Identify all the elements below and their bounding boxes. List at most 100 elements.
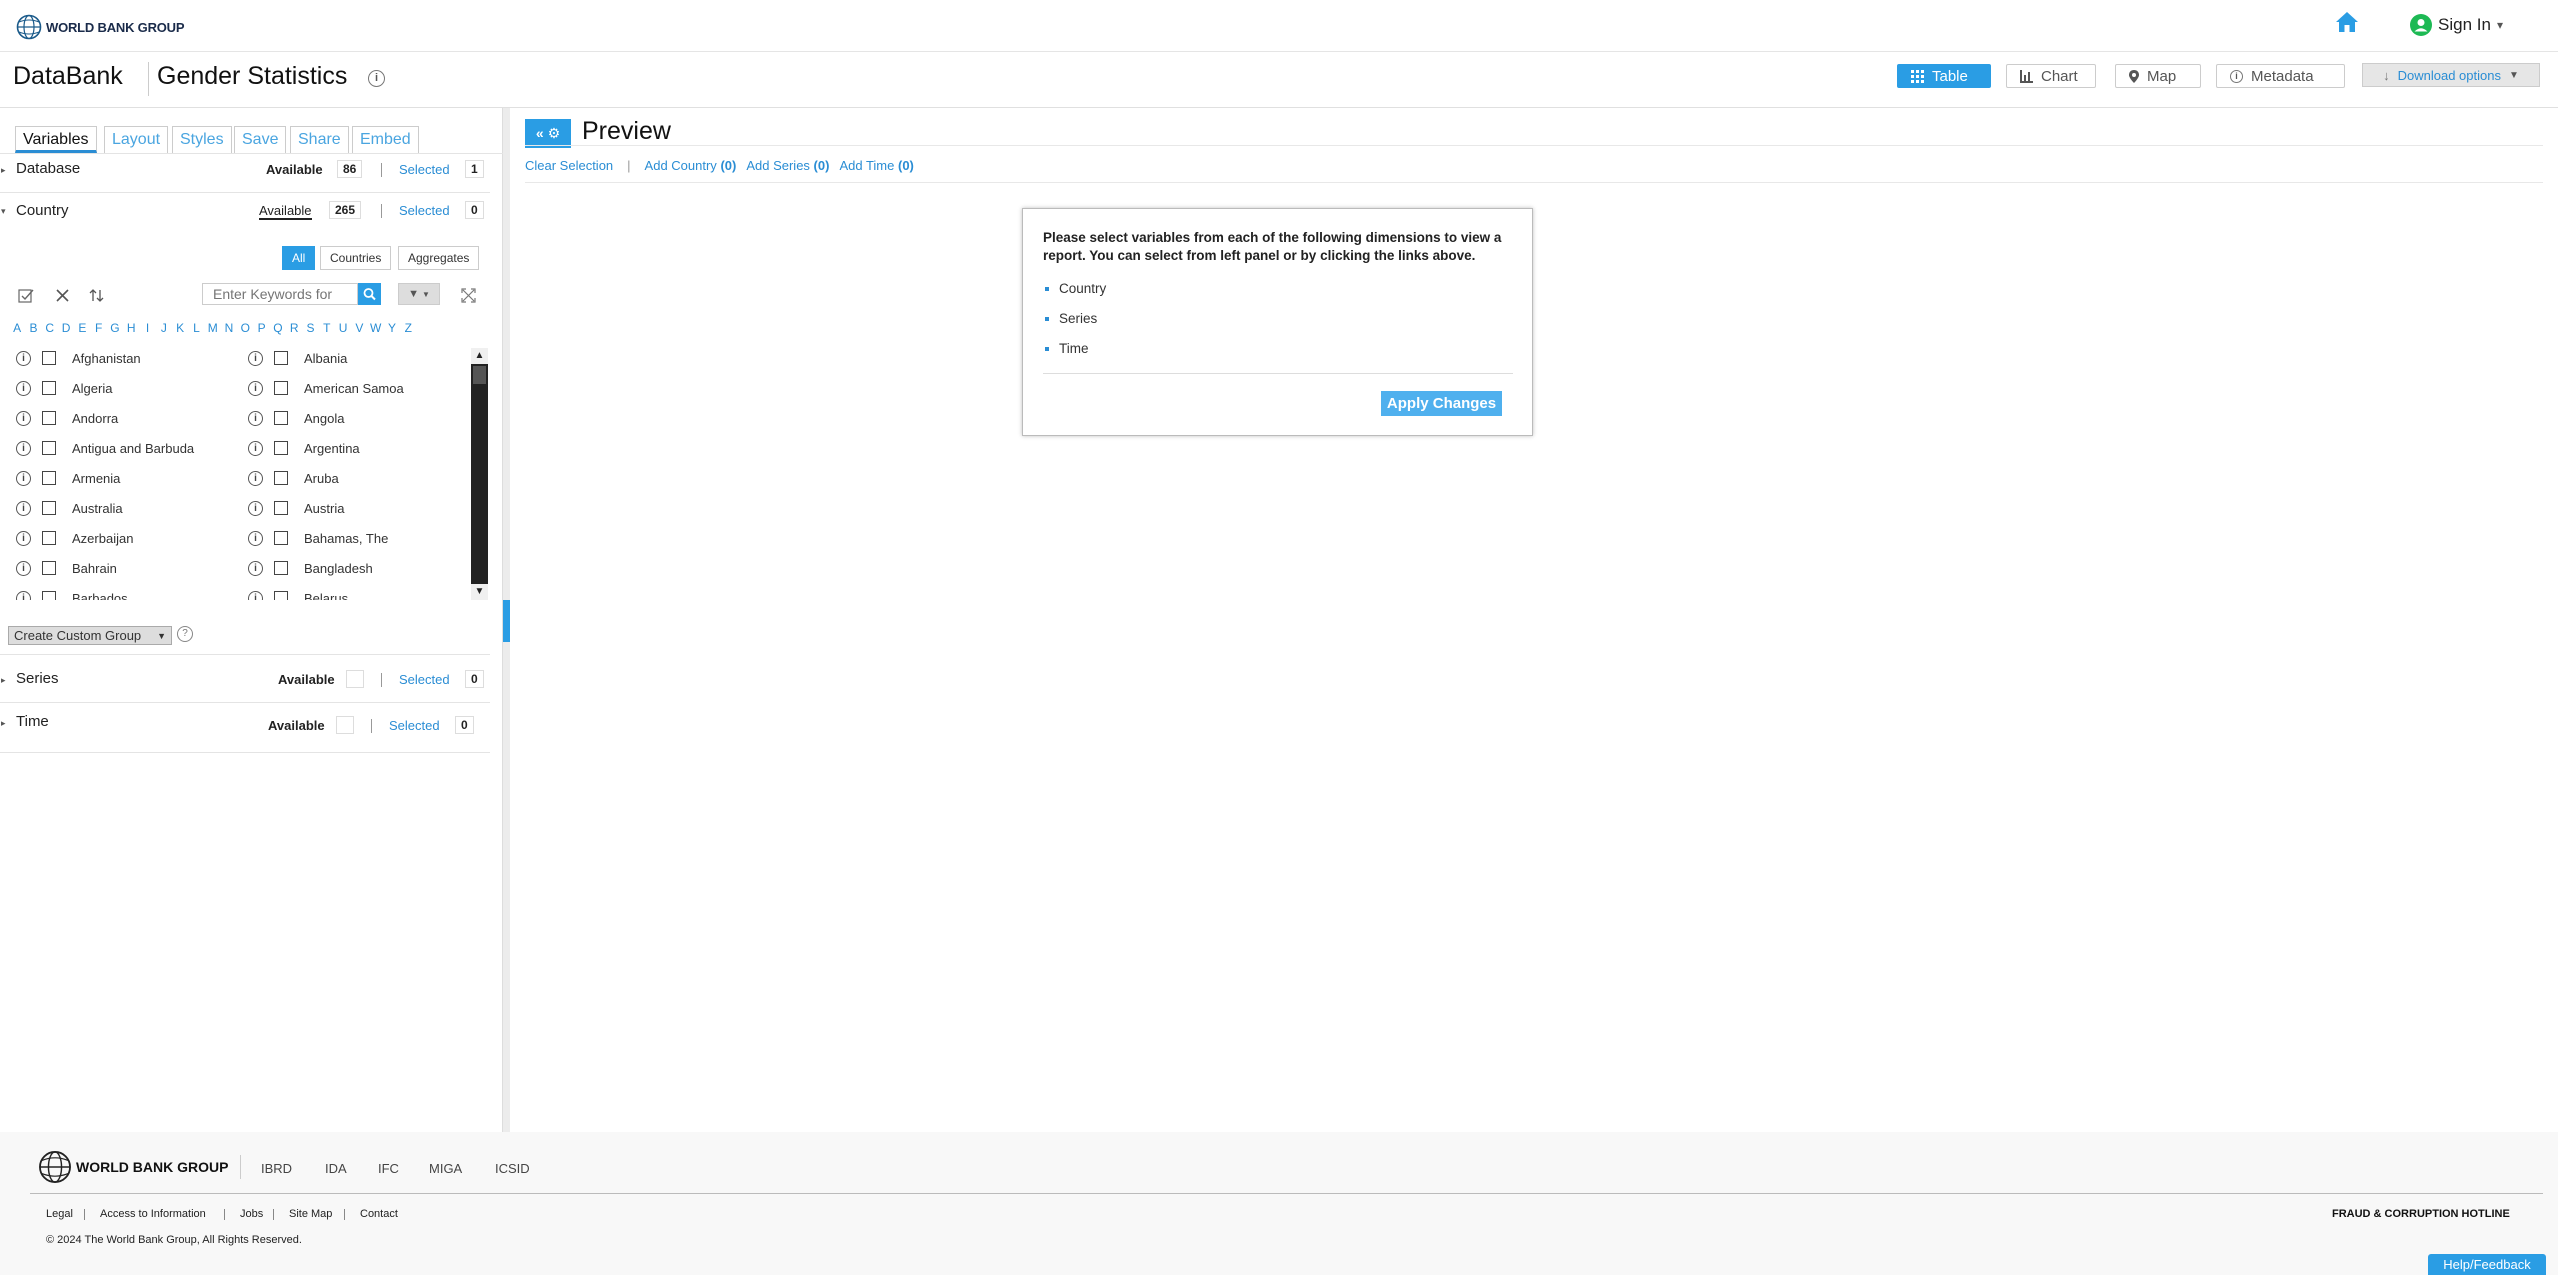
- letter-h[interactable]: H: [123, 321, 139, 335]
- add-time-link[interactable]: Add Time (0): [839, 158, 913, 173]
- section-series-title[interactable]: Series: [16, 670, 59, 687]
- tab-save[interactable]: Save: [234, 126, 287, 153]
- databank-brand[interactable]: DataBank: [13, 62, 123, 91]
- letter-g[interactable]: G: [107, 321, 123, 335]
- footer-link-ibrd[interactable]: IBRD: [261, 1161, 292, 1176]
- checkbox[interactable]: [274, 351, 288, 365]
- time-selected-label[interactable]: Selected: [389, 718, 440, 733]
- letter-t[interactable]: T: [319, 321, 335, 335]
- view-chart-button[interactable]: Chart: [2006, 64, 2096, 88]
- collapse-arrow-icon[interactable]: ▾: [1, 206, 6, 217]
- info-icon[interactable]: i: [16, 470, 31, 486]
- info-icon[interactable]: i: [16, 530, 31, 546]
- checkbox[interactable]: [42, 531, 56, 545]
- footer-logo[interactable]: WORLD BANK GROUP: [38, 1150, 228, 1184]
- info-icon[interactable]: i: [16, 500, 31, 516]
- letter-q[interactable]: Q: [270, 321, 286, 335]
- info-icon[interactable]: i: [248, 410, 263, 426]
- create-custom-group-button[interactable]: Create Custom Group ▼: [8, 626, 172, 645]
- expand-arrow-icon[interactable]: ▸: [1, 718, 6, 729]
- info-icon[interactable]: i: [248, 380, 263, 396]
- footer-link-contact[interactable]: Contact: [360, 1208, 398, 1220]
- letter-i[interactable]: I: [139, 321, 155, 335]
- list-item[interactable]: i Bangladesh: [248, 558, 373, 578]
- checkbox[interactable]: [274, 471, 288, 485]
- letter-k[interactable]: K: [172, 321, 188, 335]
- checkbox[interactable]: [42, 441, 56, 455]
- checkbox[interactable]: [274, 561, 288, 575]
- list-item[interactable]: i Argentina: [248, 438, 360, 458]
- expand-arrow-icon[interactable]: ▸: [1, 675, 6, 686]
- tab-layout[interactable]: Layout: [104, 126, 169, 153]
- letter-c[interactable]: C: [42, 321, 58, 335]
- list-item[interactable]: i Armenia: [16, 468, 120, 488]
- letter-d[interactable]: D: [58, 321, 74, 335]
- clear-selection-icon[interactable]: [55, 288, 70, 303]
- info-icon[interactable]: i: [248, 470, 263, 486]
- select-all-icon[interactable]: [18, 288, 34, 304]
- section-database-title[interactable]: Database: [16, 160, 80, 177]
- letter-o[interactable]: O: [237, 321, 253, 335]
- checkbox[interactable]: [42, 591, 56, 600]
- view-table-button[interactable]: Table: [1897, 64, 1991, 88]
- filter-dropdown[interactable]: ▼ ▼: [398, 283, 440, 305]
- list-item[interactable]: i Barbados: [16, 588, 128, 600]
- footer-link-icsid[interactable]: ICSID: [495, 1161, 530, 1176]
- sort-icon[interactable]: [89, 288, 104, 303]
- series-selected-label[interactable]: Selected: [399, 672, 450, 687]
- country-available-tab[interactable]: Available: [259, 203, 312, 220]
- keyword-search-input[interactable]: [202, 283, 358, 305]
- fraud-hotline-link[interactable]: FRAUD & CORRUPTION HOTLINE: [2332, 1208, 2510, 1220]
- info-icon[interactable]: i: [248, 500, 263, 516]
- sign-in-menu[interactable]: Sign In ▾: [2410, 14, 2503, 36]
- help-icon[interactable]: ?: [177, 626, 193, 642]
- section-time-title[interactable]: Time: [16, 713, 49, 730]
- info-icon[interactable]: i: [248, 560, 263, 576]
- search-button[interactable]: [358, 283, 381, 305]
- checkbox[interactable]: [274, 591, 288, 600]
- letter-l[interactable]: L: [188, 321, 204, 335]
- letter-n[interactable]: N: [221, 321, 237, 335]
- scroll-thumb[interactable]: [473, 366, 486, 384]
- letter-w[interactable]: W: [368, 321, 384, 335]
- expand-icon[interactable]: [461, 288, 476, 303]
- download-options-button[interactable]: ↓ Download options ▼: [2362, 63, 2540, 87]
- filter-countries-button[interactable]: Countries: [320, 246, 392, 270]
- letter-m[interactable]: M: [205, 321, 221, 335]
- letter-v[interactable]: V: [351, 321, 367, 335]
- list-item[interactable]: i Albania: [248, 348, 347, 368]
- tab-styles[interactable]: Styles: [172, 126, 232, 153]
- list-item[interactable]: i Aruba: [248, 468, 339, 488]
- info-icon[interactable]: i: [16, 560, 31, 576]
- checkbox[interactable]: [42, 471, 56, 485]
- list-item[interactable]: i Angola: [248, 408, 344, 428]
- tab-variables[interactable]: Variables: [15, 126, 97, 153]
- letter-p[interactable]: P: [253, 321, 269, 335]
- add-series-link[interactable]: Add Series (0): [746, 158, 829, 173]
- filter-all-button[interactable]: All: [282, 246, 316, 270]
- letter-u[interactable]: U: [335, 321, 351, 335]
- list-scrollbar[interactable]: [471, 348, 488, 600]
- letter-z[interactable]: Z: [400, 321, 416, 335]
- list-item[interactable]: i Australia: [16, 498, 123, 518]
- footer-link-sitemap[interactable]: Site Map: [289, 1208, 332, 1220]
- view-map-button[interactable]: Map: [2115, 64, 2201, 88]
- letter-e[interactable]: E: [74, 321, 90, 335]
- scroll-up-icon[interactable]: ▲: [471, 348, 488, 364]
- footer-link-ifc[interactable]: IFC: [378, 1161, 399, 1176]
- checkbox[interactable]: [274, 441, 288, 455]
- info-icon[interactable]: i: [16, 350, 31, 366]
- letter-b[interactable]: B: [25, 321, 41, 335]
- list-item[interactable]: i American Samoa: [248, 378, 404, 398]
- database-selected-label[interactable]: Selected: [399, 162, 450, 177]
- filter-aggregates-button[interactable]: Aggregates: [398, 246, 480, 270]
- letter-j[interactable]: J: [156, 321, 172, 335]
- list-item[interactable]: i Austria: [248, 498, 344, 518]
- list-item[interactable]: i Andorra: [16, 408, 118, 428]
- list-item[interactable]: i Belarus: [248, 588, 348, 600]
- section-country-title[interactable]: Country: [16, 202, 69, 219]
- info-icon[interactable]: i: [248, 590, 263, 600]
- info-icon[interactable]: i: [248, 530, 263, 546]
- checkbox[interactable]: [274, 411, 288, 425]
- tab-embed[interactable]: Embed: [352, 126, 419, 153]
